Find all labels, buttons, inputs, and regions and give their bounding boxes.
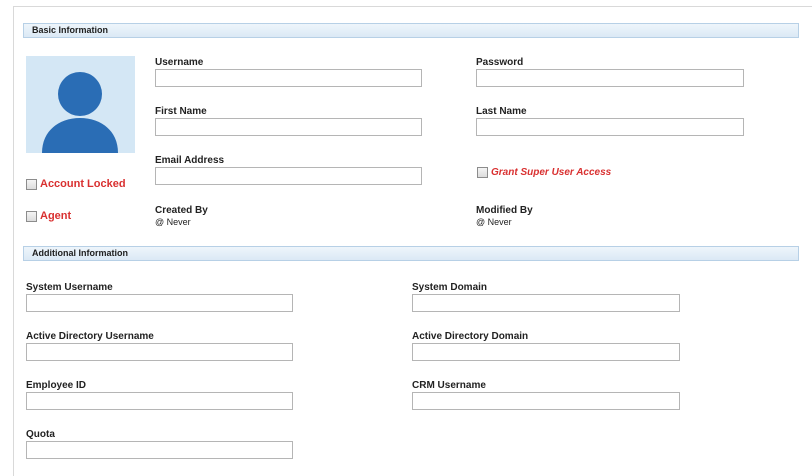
avatar[interactable] bbox=[26, 56, 135, 153]
section-header-additional-information: Additional Information bbox=[23, 246, 799, 261]
quota-input[interactable] bbox=[26, 441, 293, 459]
email-label: Email Address bbox=[155, 155, 225, 166]
agent-label: Agent bbox=[40, 210, 72, 222]
section-title: Basic Information bbox=[32, 25, 109, 35]
last-name-label: Last Name bbox=[476, 106, 527, 117]
created-by-label: Created By bbox=[155, 205, 208, 216]
first-name-label: First Name bbox=[155, 106, 207, 117]
employee-id-input[interactable] bbox=[26, 392, 293, 410]
last-name-input[interactable] bbox=[476, 118, 744, 136]
first-name-input[interactable] bbox=[155, 118, 422, 136]
system-domain-input[interactable] bbox=[412, 294, 680, 312]
modified-by-label: Modified By bbox=[476, 205, 533, 216]
grant-super-user-checkbox[interactable] bbox=[477, 167, 488, 178]
account-locked-label: Account Locked bbox=[40, 178, 126, 190]
system-domain-label: System Domain bbox=[412, 282, 488, 293]
email-input[interactable] bbox=[155, 167, 422, 185]
section-header-basic-information: Basic Information bbox=[23, 23, 799, 38]
crm-username-label: CRM Username bbox=[412, 380, 486, 391]
section-title: Additional Information bbox=[32, 248, 128, 258]
username-label: Username bbox=[155, 57, 204, 68]
quota-label: Quota bbox=[26, 429, 55, 440]
ad-domain-label: Active Directory Domain bbox=[412, 331, 529, 342]
ad-username-input[interactable] bbox=[26, 343, 293, 361]
system-username-label: System Username bbox=[26, 282, 113, 293]
agent-checkbox-row[interactable]: Agent bbox=[26, 210, 71, 222]
password-input[interactable] bbox=[476, 69, 744, 87]
system-username-input[interactable] bbox=[26, 294, 293, 312]
ad-domain-input[interactable] bbox=[412, 343, 680, 361]
account-locked-checkbox[interactable] bbox=[26, 178, 37, 190]
modified-by-value: @ Never bbox=[476, 217, 512, 227]
ad-username-label: Active Directory Username bbox=[26, 331, 154, 342]
password-label: Password bbox=[476, 57, 524, 68]
username-input[interactable] bbox=[155, 69, 422, 87]
account-locked-checkbox-row[interactable]: Account Locked bbox=[26, 178, 126, 190]
created-by-value: @ Never bbox=[155, 217, 191, 227]
crm-username-input[interactable] bbox=[412, 392, 680, 410]
employee-id-label: Employee ID bbox=[26, 380, 87, 391]
grant-super-user-checkbox-row[interactable]: Grant Super User Access bbox=[477, 167, 611, 178]
agent-checkbox[interactable] bbox=[26, 210, 37, 222]
user-silhouette-icon bbox=[42, 72, 118, 153]
grant-super-user-label: Grant Super User Access bbox=[491, 167, 612, 178]
